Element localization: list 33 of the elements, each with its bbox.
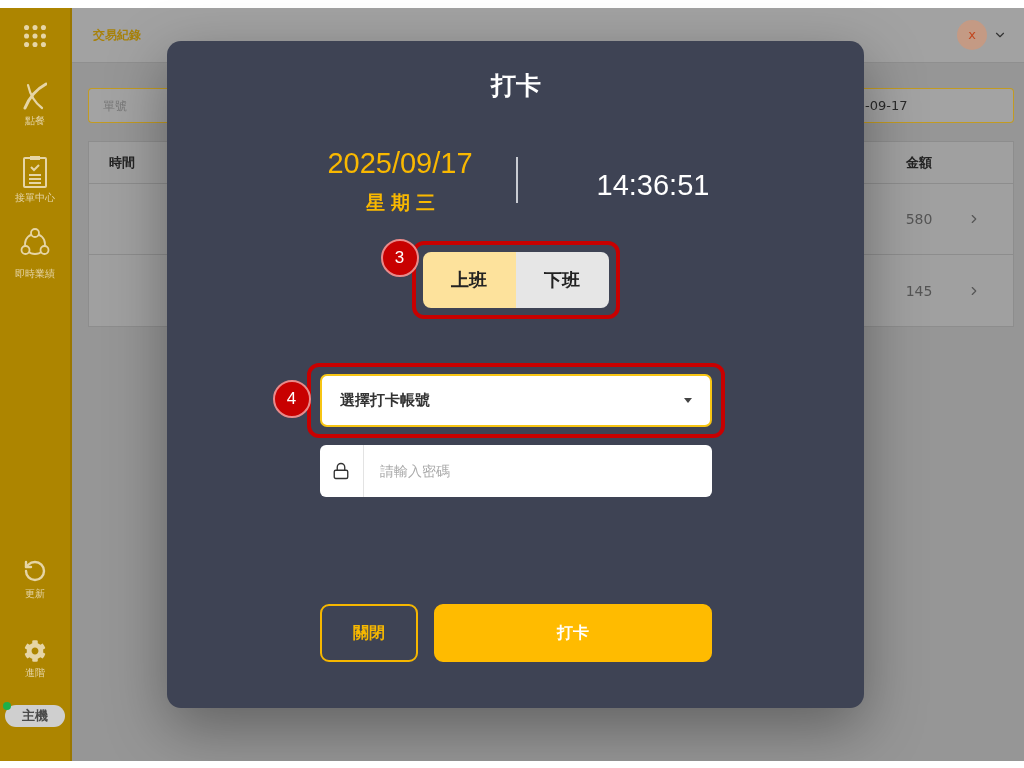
- user-avatar[interactable]: x: [957, 20, 987, 50]
- sidebar-item[interactable]: 接單中心: [15, 155, 55, 204]
- step-marker: 3: [380, 239, 419, 277]
- column-header: 金額: [906, 153, 932, 172]
- amount-cell: 145: [905, 282, 933, 299]
- lock-icon: [332, 462, 350, 480]
- sidebar-item[interactable]: 點餐: [23, 82, 47, 127]
- page-title: 交易紀錄: [93, 26, 141, 44]
- caret-down-icon: [683, 398, 692, 403]
- apps-grid-icon[interactable]: [24, 25, 46, 47]
- refresh-icon: [23, 559, 47, 583]
- account-select[interactable]: 選擇打卡帳號: [319, 374, 712, 427]
- punch-button[interactable]: 打卡: [433, 604, 712, 662]
- sidebar-item[interactable]: 更新: [23, 559, 47, 600]
- shift-option[interactable]: 上班: [422, 252, 516, 308]
- step-marker: 4: [272, 380, 311, 418]
- amount-cell: 580: [905, 211, 933, 227]
- date-text: 2025/09/17: [327, 146, 473, 180]
- date-field[interactable]: -09-17: [864, 88, 1014, 123]
- clipboard-icon: [23, 155, 47, 188]
- dialog-title: 打卡: [490, 70, 541, 102]
- column-header: 時間: [109, 153, 135, 172]
- shift-option[interactable]: 下班: [515, 252, 609, 308]
- sidebar-item[interactable]: 進階: [24, 640, 46, 679]
- close-button[interactable]: 關閉: [319, 604, 418, 662]
- settings-icon: [24, 640, 46, 662]
- password-field[interactable]: 請輸入密碼: [319, 445, 712, 497]
- weekday-text: 星期三: [364, 190, 441, 214]
- clock-time: 14:36:51: [596, 168, 710, 202]
- host-indicator[interactable]: 主機: [5, 705, 65, 727]
- logo-icon: [23, 82, 47, 110]
- sidebar-item[interactable]: 即時業績: [15, 228, 55, 280]
- network-icon: [20, 228, 50, 258]
